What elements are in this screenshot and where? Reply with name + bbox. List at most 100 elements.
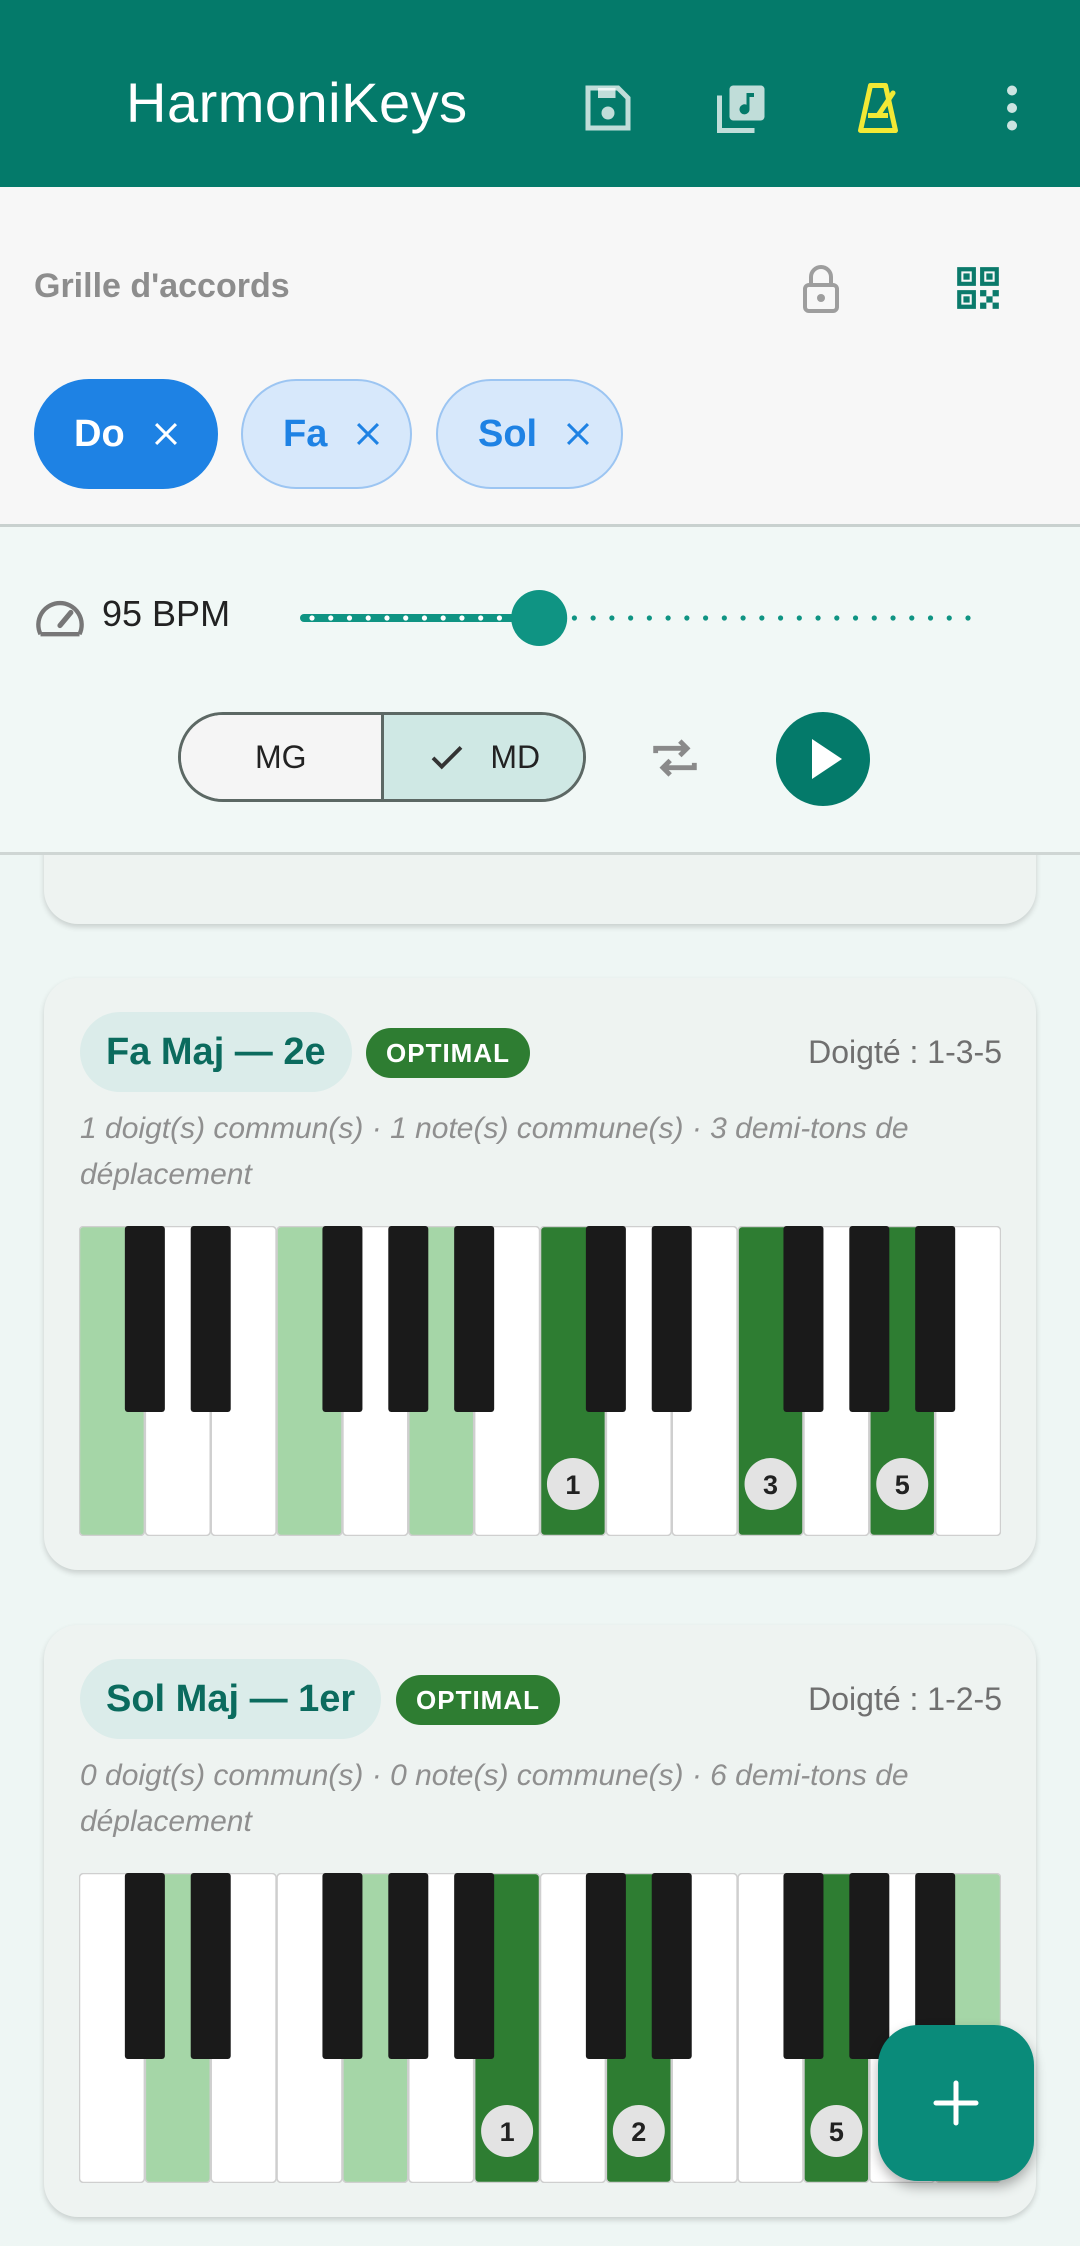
chord-name: Fa Maj — 2e xyxy=(80,1012,352,1092)
slider-tick xyxy=(721,615,727,621)
right-hand-label: MD xyxy=(490,738,541,775)
slider-tick xyxy=(852,615,859,621)
plus-icon xyxy=(933,2080,979,2126)
more-vert-icon[interactable] xyxy=(982,78,1042,138)
slider-tick xyxy=(909,615,915,621)
slider-tick xyxy=(496,615,503,621)
play-button[interactable] xyxy=(776,712,870,806)
finger-number: 1 xyxy=(500,2117,515,2147)
slider-tick xyxy=(796,615,802,621)
black-key[interactable] xyxy=(651,1873,692,2059)
black-key[interactable] xyxy=(388,1226,429,1412)
chord-chip-do[interactable]: Do xyxy=(34,379,218,489)
slider-tick xyxy=(703,615,709,621)
chord-chip-label: Fa xyxy=(283,412,328,455)
qr-code-icon[interactable] xyxy=(953,263,1003,313)
tempo-slider[interactable] xyxy=(300,583,980,653)
slider-tick xyxy=(646,615,652,621)
slider-tick xyxy=(740,615,746,621)
check-icon xyxy=(431,746,463,770)
chord-description: 1 doigt(s) commun(s) · 1 note(s) commune… xyxy=(80,1112,909,1191)
chord-grid-label: Grille d'accords xyxy=(34,267,290,305)
finger-number: 3 xyxy=(763,1470,778,1500)
slider-tick xyxy=(459,615,465,621)
music-library-icon[interactable] xyxy=(712,78,772,138)
slider-tick xyxy=(834,615,840,621)
black-key[interactable] xyxy=(388,1873,429,2059)
slider-tick xyxy=(571,615,577,621)
slider-tick xyxy=(590,615,596,621)
slider-tick xyxy=(440,615,446,621)
slider-tick xyxy=(815,615,821,621)
black-key[interactable] xyxy=(322,1873,363,2059)
play-icon xyxy=(812,739,842,779)
bpm-value: 95 BPM xyxy=(102,593,231,634)
slider-tick xyxy=(328,615,334,621)
black-key[interactable] xyxy=(124,1873,165,2059)
chord-card[interactable]: Fa Maj — 2e OPTIMAL Doigté : 1-3-5 1 doi… xyxy=(44,978,1036,1570)
slider-tick xyxy=(309,615,315,621)
app-title: HarmoniKeys xyxy=(126,71,468,134)
chord-description: 0 doigt(s) commun(s) · 0 note(s) commune… xyxy=(80,1759,909,1838)
chord-name: Sol Maj — 1er xyxy=(80,1659,382,1739)
close-icon[interactable] xyxy=(561,417,595,451)
finger-number: 1 xyxy=(565,1470,580,1500)
black-key[interactable] xyxy=(783,1873,824,2059)
left-hand-option[interactable]: MG xyxy=(181,715,381,799)
slider-tick xyxy=(927,615,934,621)
close-icon[interactable] xyxy=(149,417,183,451)
slider-tick xyxy=(965,615,971,621)
slider-tick xyxy=(384,615,390,621)
slider-tick xyxy=(871,615,877,621)
piano-keyboard[interactable]: 1 2 5 xyxy=(79,1873,1001,2183)
black-key[interactable] xyxy=(124,1226,165,1412)
chord-chip-label: Sol xyxy=(478,412,538,455)
repeat-icon[interactable] xyxy=(646,729,704,787)
right-hand-option[interactable]: MD xyxy=(380,715,583,799)
slider-tick xyxy=(890,615,896,621)
fingering-label: Doigté : 1-2-5 xyxy=(808,1681,1002,1717)
metronome-icon[interactable] xyxy=(848,78,908,138)
slider-tick xyxy=(777,615,784,621)
black-key[interactable] xyxy=(190,1226,231,1412)
slider-tick xyxy=(365,615,371,621)
slider-tick xyxy=(684,615,690,621)
slider-tick xyxy=(946,615,952,621)
slider-tick xyxy=(346,615,353,621)
black-key[interactable] xyxy=(585,1873,626,2059)
slider-tick xyxy=(665,615,671,621)
optimal-badge: OPTIMAL xyxy=(396,1675,560,1725)
add-button[interactable] xyxy=(878,2025,1034,2181)
black-key[interactable] xyxy=(651,1226,692,1412)
finger-number: 2 xyxy=(631,2117,646,2147)
chord-chip-fa[interactable]: Fa xyxy=(241,379,412,489)
slider-tick xyxy=(759,615,765,621)
speed-icon xyxy=(34,593,86,645)
slider-thumb[interactable] xyxy=(511,590,568,646)
black-key[interactable] xyxy=(454,1226,495,1412)
black-key[interactable] xyxy=(454,1873,495,2059)
optimal-badge: OPTIMAL xyxy=(366,1028,530,1078)
chord-grid-sheet: Grille d'accords Do Fa Sol xyxy=(0,187,1080,527)
black-key[interactable] xyxy=(322,1226,363,1412)
fingering-label: Doigté : 1-3-5 xyxy=(808,1034,1002,1070)
left-hand-label: MG xyxy=(254,738,307,775)
slider-tick xyxy=(478,615,484,621)
slider-tick xyxy=(609,615,615,621)
black-key[interactable] xyxy=(190,1873,231,2059)
finger-number: 5 xyxy=(895,1470,910,1500)
black-key[interactable] xyxy=(915,1226,956,1412)
black-key[interactable] xyxy=(783,1226,824,1412)
chord-chip-sol[interactable]: Sol xyxy=(436,379,623,489)
chord-chip-label: Do xyxy=(74,412,125,455)
black-key[interactable] xyxy=(849,1226,890,1412)
save-icon[interactable] xyxy=(578,78,638,138)
playback-controls: 95 BPM MG MD xyxy=(0,527,1080,855)
close-icon[interactable] xyxy=(351,417,385,451)
slider-tick xyxy=(421,615,428,621)
black-key[interactable] xyxy=(585,1226,626,1412)
lock-icon[interactable] xyxy=(796,261,846,317)
hand-toggle[interactable]: MG MD xyxy=(178,712,586,802)
piano-keyboard[interactable]: 1 3 5 xyxy=(79,1226,1001,1536)
finger-number: 5 xyxy=(829,2117,844,2147)
